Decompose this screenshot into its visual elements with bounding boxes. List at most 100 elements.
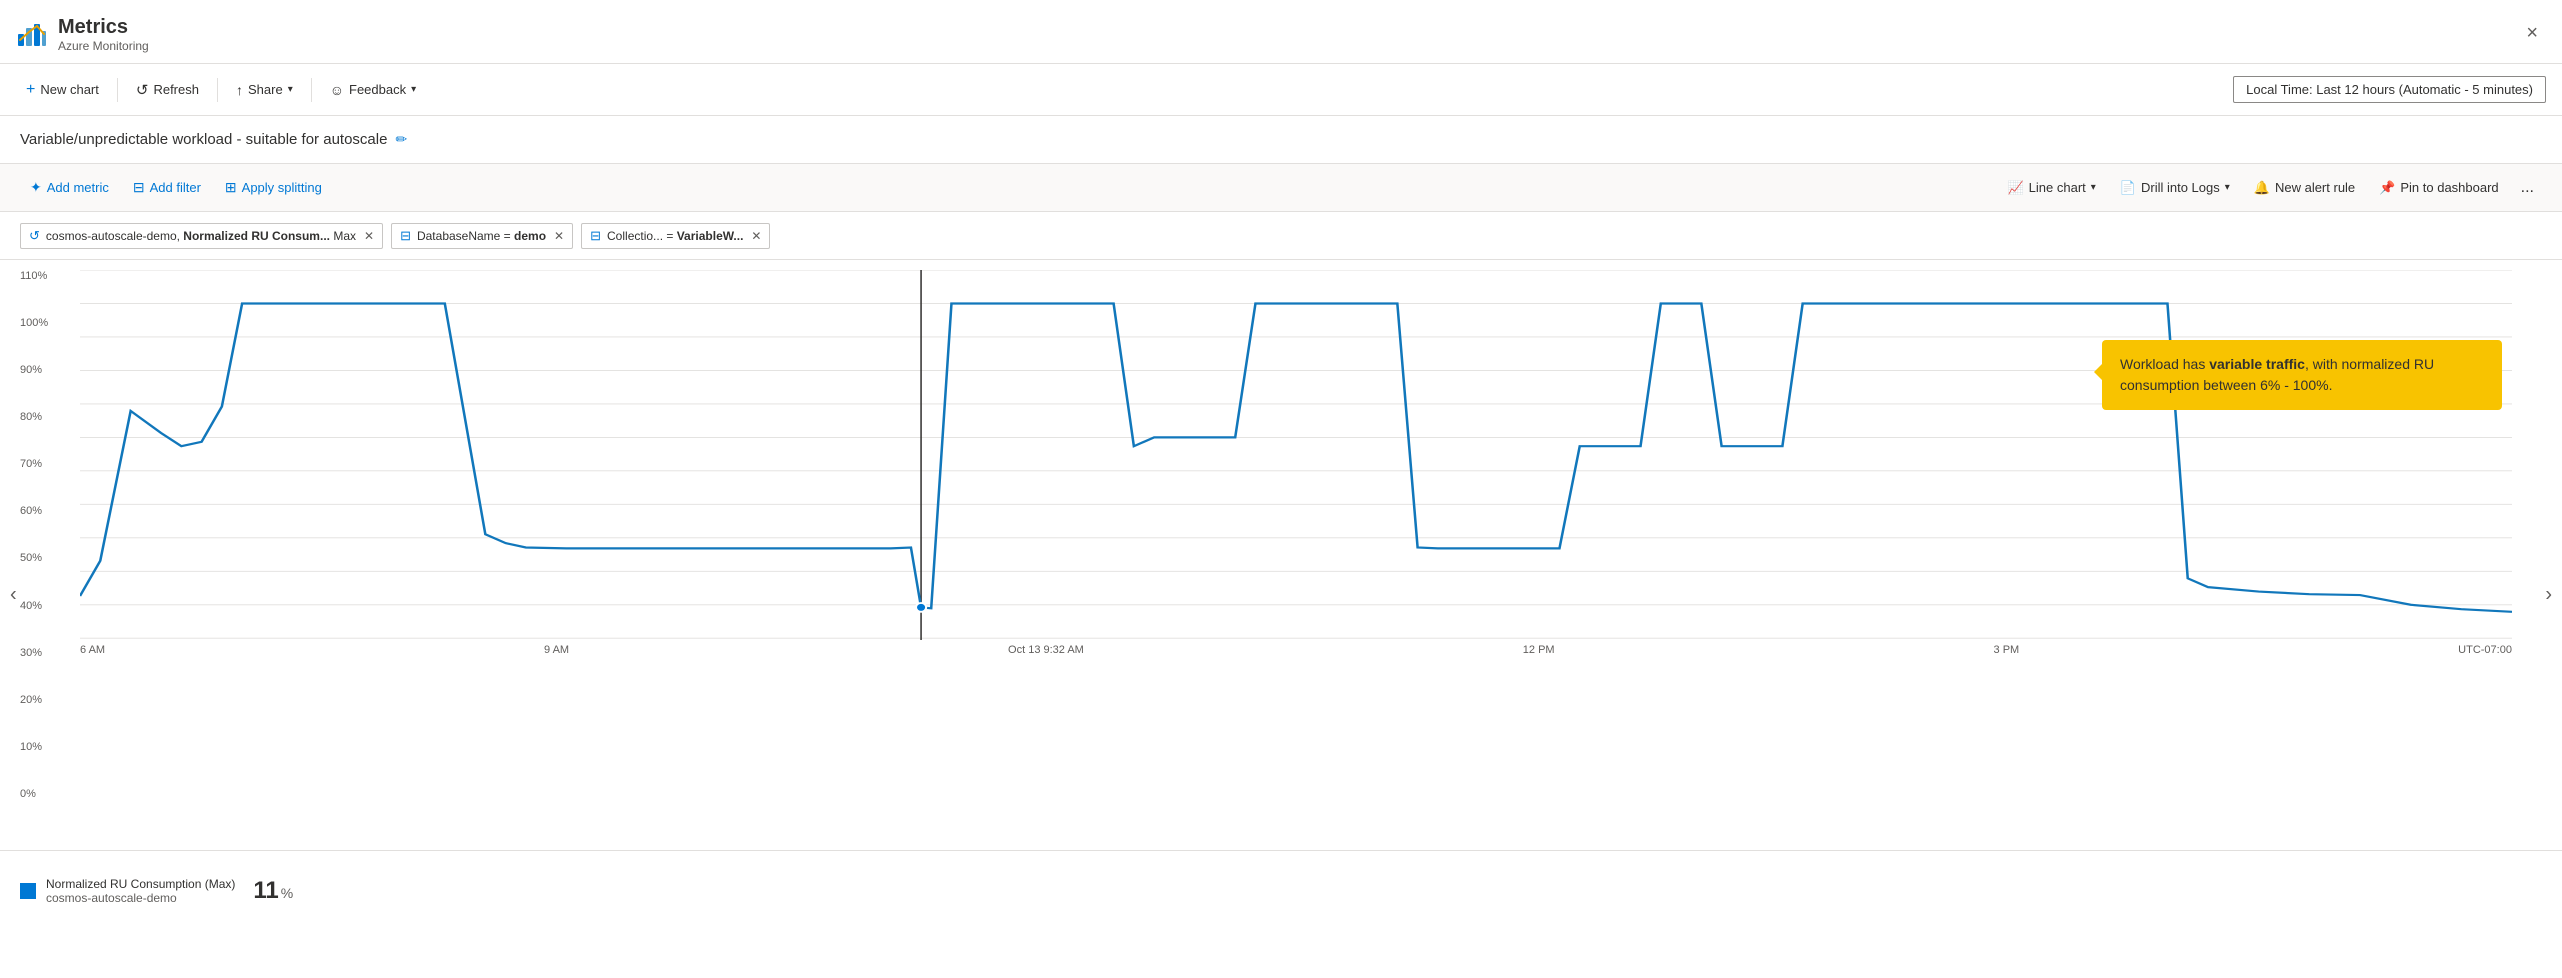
y-label-30: 30% <box>20 647 48 659</box>
filter-chip-icon-2: ⊟ <box>590 228 601 244</box>
database-filter-chip: ⊟ DatabaseName = demo ✕ <box>391 223 573 249</box>
drill-logs-label: Drill into Logs <box>2141 180 2220 195</box>
legend-area: Normalized RU Consumption (Max) cosmos-a… <box>0 850 2562 930</box>
feedback-button[interactable]: ☺ Feedback ▾ <box>320 76 426 104</box>
share-icon: ↑ <box>236 82 243 98</box>
database-chip-close[interactable]: ✕ <box>554 229 564 243</box>
share-label: Share <box>248 82 283 97</box>
database-filter-label: DatabaseName = demo <box>417 229 546 243</box>
y-label-10: 10% <box>20 741 48 753</box>
metrics-right: 📈 Line chart ▾ 📄 Drill into Logs ▾ 🔔 New… <box>1997 174 2542 202</box>
apply-splitting-label: Apply splitting <box>242 180 322 195</box>
collection-filter-label: Collectio... = VariableW... <box>607 229 743 243</box>
tooltip-box: Workload has variable traffic, with norm… <box>2102 340 2502 410</box>
metric-chip-icon: ↺ <box>29 228 40 244</box>
legend-sublabel: cosmos-autoscale-demo <box>46 891 235 905</box>
alert-rule-label: New alert rule <box>2275 180 2355 195</box>
app-title: Metrics <box>58 15 149 39</box>
title-left: Metrics Azure Monitoring <box>16 15 149 53</box>
x-label-3pm: 3 PM <box>1994 644 2020 656</box>
toolbar-separator-2 <box>217 78 218 102</box>
y-label-80: 80% <box>20 411 48 423</box>
refresh-label: Refresh <box>153 82 199 97</box>
x-label-12pm: 12 PM <box>1523 644 1555 656</box>
nav-left-button[interactable]: ‹ <box>0 574 27 617</box>
filter-chip-icon-1: ⊟ <box>400 228 411 244</box>
y-label-60: 60% <box>20 505 48 517</box>
legend-unit: % <box>281 885 293 901</box>
filter-bar: ↺ cosmos-autoscale-demo, Normalized RU C… <box>0 212 2562 260</box>
chart-title-bar: Variable/unpredictable workload - suitab… <box>0 116 2562 164</box>
chart-title: Variable/unpredictable workload - suitab… <box>20 131 387 148</box>
collection-filter-chip: ⊟ Collectio... = VariableW... ✕ <box>581 223 770 249</box>
y-label-20: 20% <box>20 694 48 706</box>
metric-chip: ↺ cosmos-autoscale-demo, Normalized RU C… <box>20 223 383 249</box>
add-filter-button[interactable]: ⊟ Add filter <box>123 174 211 201</box>
legend-value-area: 11 % <box>253 877 293 905</box>
app-icon <box>16 18 48 50</box>
legend-label: Normalized RU Consumption (Max) <box>46 877 235 891</box>
plus-icon: + <box>26 81 35 99</box>
collection-chip-close[interactable]: ✕ <box>751 229 761 243</box>
pin-label: Pin to dashboard <box>2400 180 2498 195</box>
y-label-100: 100% <box>20 317 48 329</box>
time-range-button[interactable]: Local Time: Last 12 hours (Automatic - 5… <box>2233 76 2546 103</box>
add-metric-button[interactable]: ✦ Add metric <box>20 174 119 201</box>
chart-legend-area: ‹ › 110% 100% 90% 80% 70% 60% 50% 40% 30… <box>0 260 2562 930</box>
nav-right-button[interactable]: › <box>2535 574 2562 617</box>
tooltip-text-before: Workload has <box>2120 356 2209 372</box>
add-metric-label: Add metric <box>47 180 109 195</box>
pin-icon: 📌 <box>2379 180 2395 196</box>
chart-svg <box>80 270 2512 640</box>
new-chart-button[interactable]: + New chart <box>16 75 109 105</box>
add-metric-icon: ✦ <box>30 179 42 196</box>
line-chart-button[interactable]: 📈 Line chart ▾ <box>1997 175 2105 201</box>
title-text: Metrics Azure Monitoring <box>58 15 149 53</box>
toolbar-separator-1 <box>117 78 118 102</box>
x-axis-labels: 6 AM 9 AM Oct 13 9:32 AM 12 PM 3 PM UTC-… <box>80 644 2512 656</box>
x-label-cursor: Oct 13 9:32 AM <box>1008 644 1084 656</box>
y-label-50: 50% <box>20 552 48 564</box>
add-filter-label: Add filter <box>150 180 201 195</box>
feedback-label: Feedback <box>349 82 406 97</box>
line-chart-icon: 📈 <box>2007 180 2023 196</box>
metric-chip-label: cosmos-autoscale-demo, Normalized RU Con… <box>46 229 356 243</box>
chart-wrapper: 110% 100% 90% 80% 70% 60% 50% 40% 30% 20… <box>0 260 2562 850</box>
x-label-utc: UTC-07:00 <box>2458 644 2512 656</box>
toolbar-separator-3 <box>311 78 312 102</box>
x-label-9am: 9 AM <box>544 644 569 656</box>
drill-logs-chevron-icon: ▾ <box>2225 182 2230 193</box>
title-bar: Metrics Azure Monitoring × <box>0 0 2562 64</box>
metrics-left: ✦ Add metric ⊟ Add filter ⊞ Apply splitt… <box>20 174 332 201</box>
metrics-toolbar: ✦ Add metric ⊟ Add filter ⊞ Apply splitt… <box>0 164 2562 212</box>
toolbar: + New chart ↺ Refresh ↑ Share ▾ ☺ Feedba… <box>0 64 2562 116</box>
legend-color-swatch <box>20 883 36 899</box>
y-label-70: 70% <box>20 458 48 470</box>
x-label-6am: 6 AM <box>80 644 105 656</box>
drill-logs-icon: 📄 <box>2120 180 2136 196</box>
toolbar-left: + New chart ↺ Refresh ↑ Share ▾ ☺ Feedba… <box>16 75 426 105</box>
pin-to-dashboard-button[interactable]: 📌 Pin to dashboard <box>2369 175 2508 201</box>
share-button[interactable]: ↑ Share ▾ <box>226 76 303 104</box>
main-content: Variable/unpredictable workload - suitab… <box>0 116 2562 930</box>
apply-splitting-button[interactable]: ⊞ Apply splitting <box>215 174 332 201</box>
feedback-chevron-icon: ▾ <box>411 84 416 95</box>
refresh-icon: ↺ <box>136 81 149 99</box>
metric-chip-close[interactable]: ✕ <box>364 229 374 243</box>
new-alert-rule-button[interactable]: 🔔 New alert rule <box>2244 175 2365 201</box>
apply-splitting-icon: ⊞ <box>225 179 237 196</box>
tooltip-bold-text: variable traffic <box>2209 356 2305 372</box>
refresh-button[interactable]: ↺ Refresh <box>126 75 209 105</box>
share-chevron-icon: ▾ <box>288 84 293 95</box>
y-label-90: 90% <box>20 364 48 376</box>
drill-into-logs-button[interactable]: 📄 Drill into Logs ▾ <box>2110 175 2240 201</box>
add-filter-icon: ⊟ <box>133 179 145 196</box>
y-axis-labels: 110% 100% 90% 80% 70% 60% 50% 40% 30% 20… <box>20 270 48 800</box>
y-label-110: 110% <box>20 270 48 282</box>
close-button[interactable]: × <box>2518 18 2546 49</box>
legend-value: 11 <box>253 877 278 905</box>
line-chart-label: Line chart <box>2029 180 2086 195</box>
edit-icon[interactable]: ✏ <box>395 131 407 148</box>
legend-info: Normalized RU Consumption (Max) cosmos-a… <box>46 877 235 905</box>
more-options-button[interactable]: ... <box>2513 174 2542 202</box>
